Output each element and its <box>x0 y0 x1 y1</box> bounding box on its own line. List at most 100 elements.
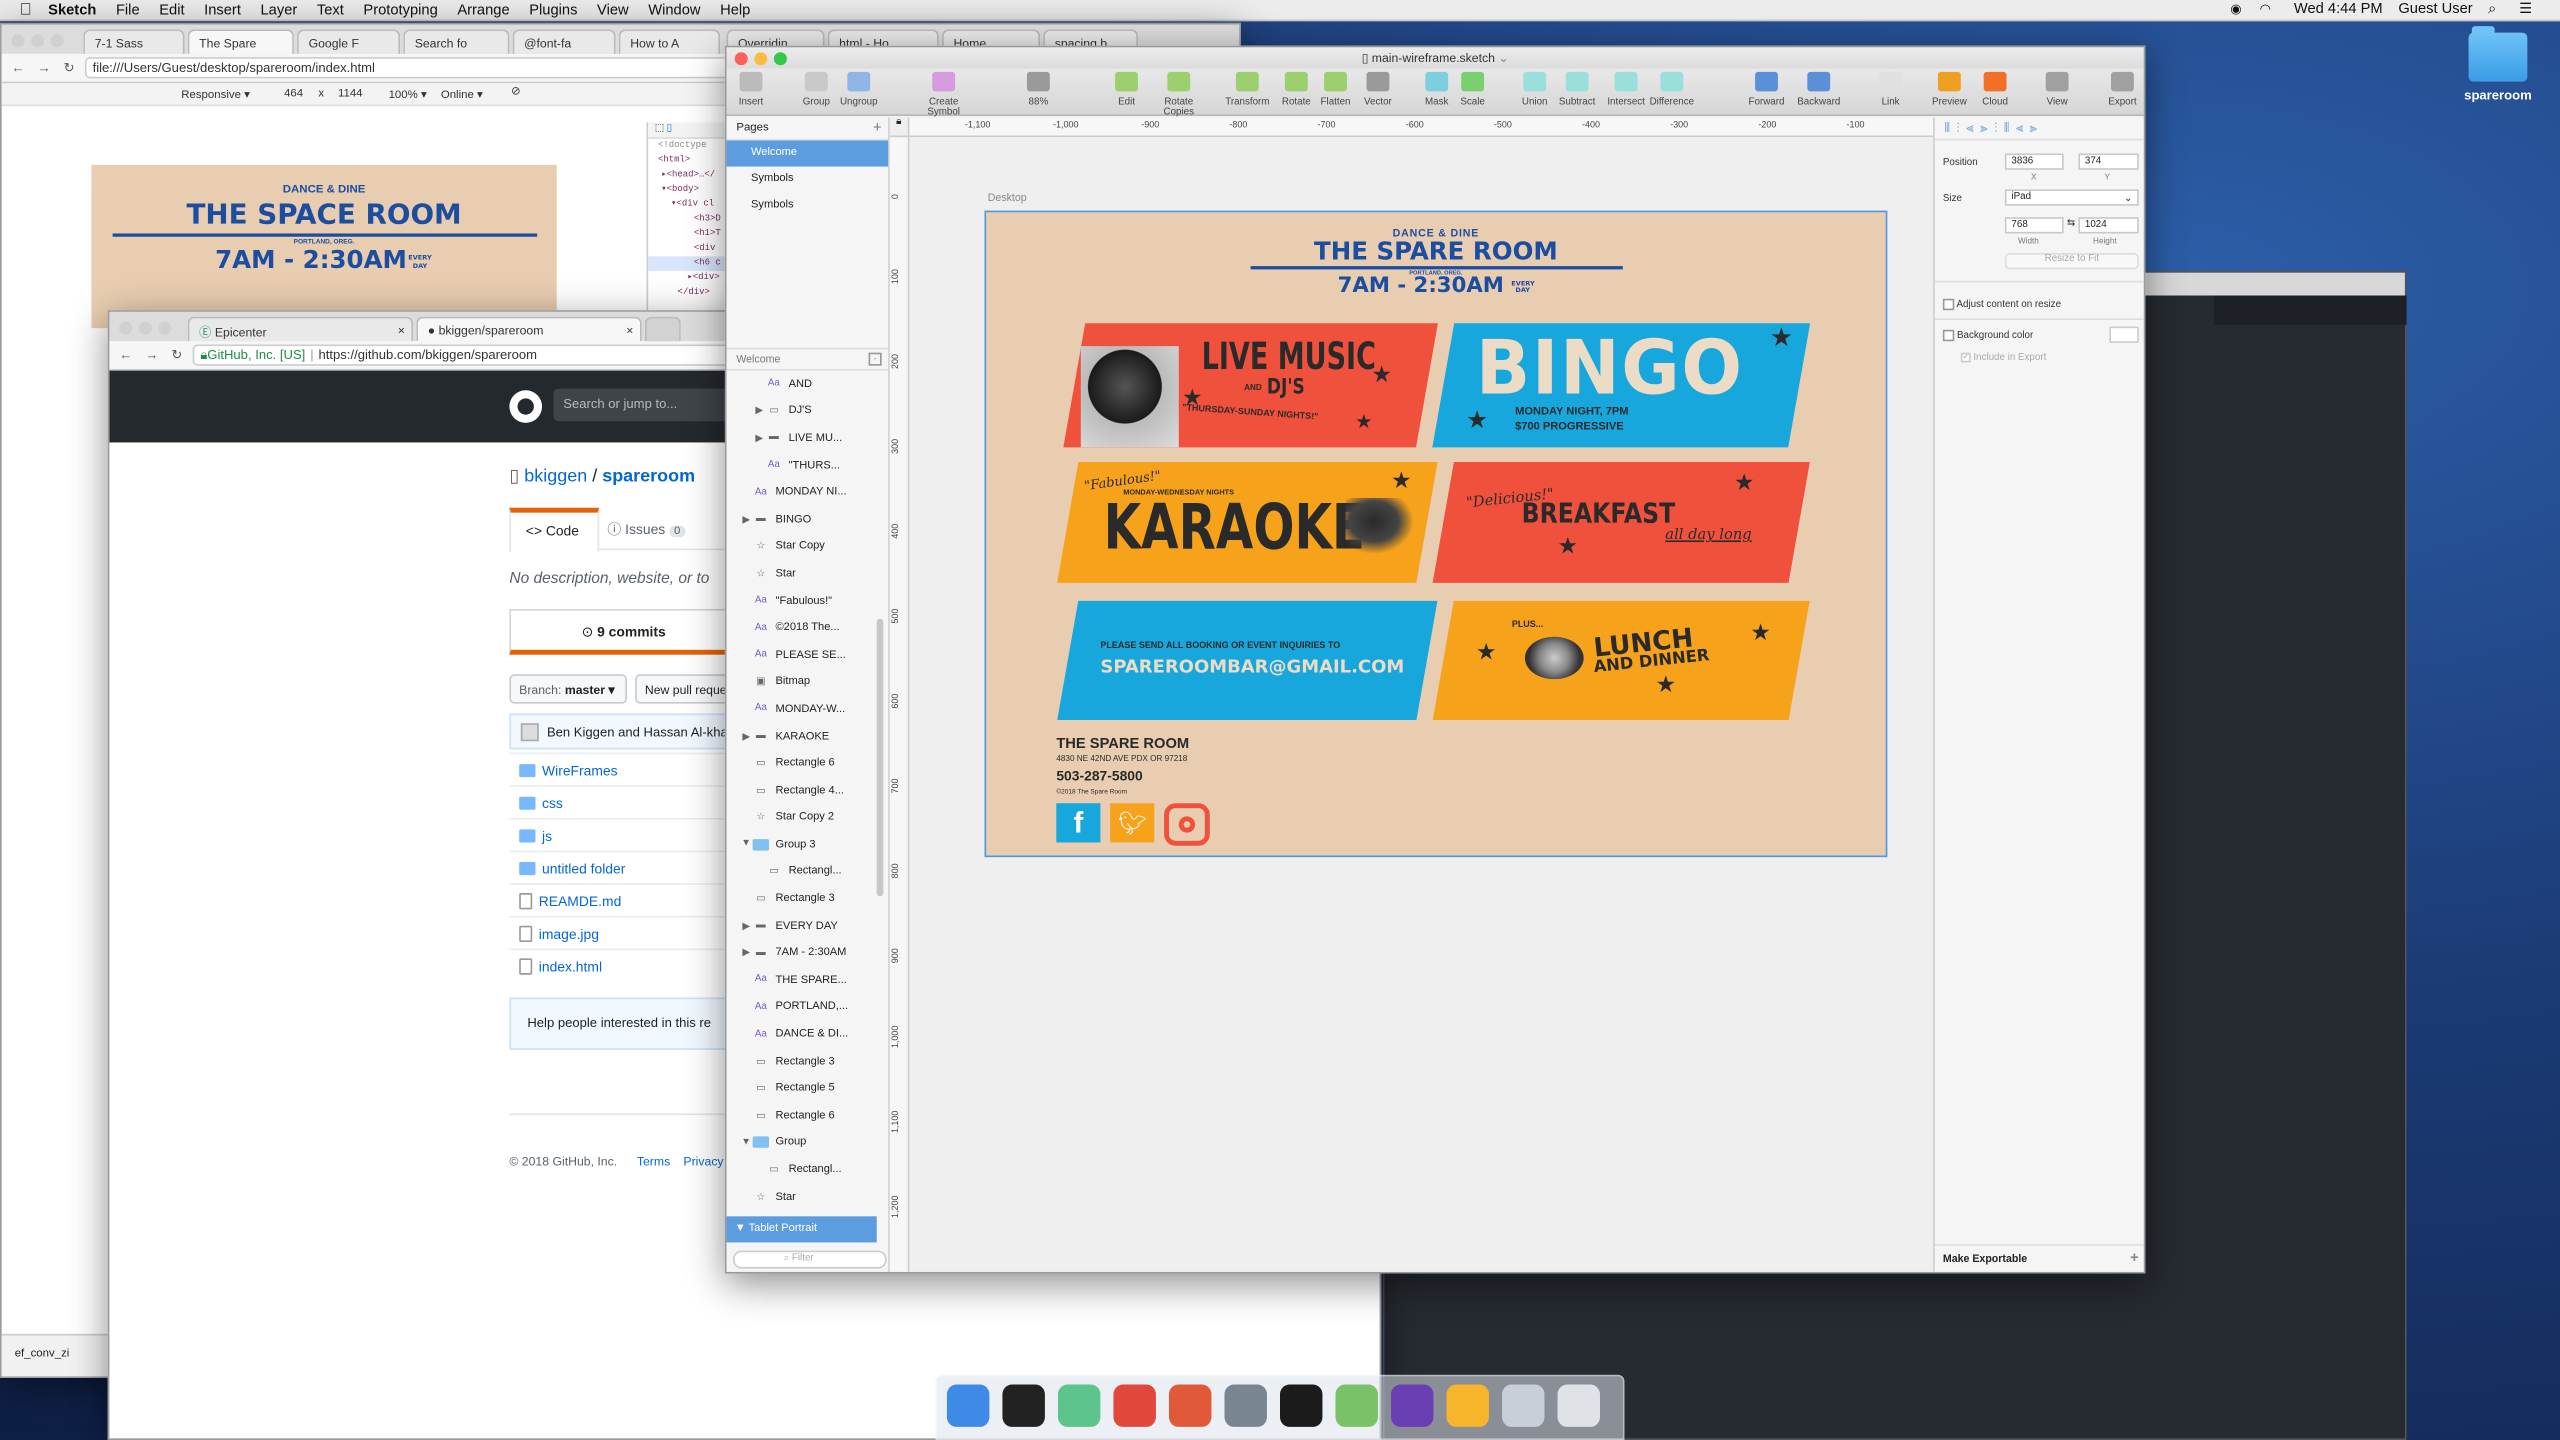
menu-help[interactable]: Help <box>720 2 750 18</box>
close-dot[interactable] <box>11 34 25 48</box>
layer-row[interactable]: ▣ Bitmap <box>727 669 877 696</box>
layer-row[interactable]: ☆ Star <box>727 560 877 587</box>
link-icon[interactable]: ⇆ <box>2067 217 2075 229</box>
artboard-poster[interactable]: DANCE & DINE THE SPARE ROOM PORTLAND, OR… <box>984 210 1888 858</box>
make-exportable[interactable]: Make Exportable + <box>1934 1244 2144 1272</box>
artboard-label[interactable]: Desktop <box>988 193 1027 204</box>
desktop-folder[interactable]: spareroom <box>2457 26 2539 123</box>
commit-author[interactable]: Ben Kiggen and Hassan Al-kha <box>547 725 728 740</box>
wifi-icon[interactable]: ◠ <box>2260 2 2271 17</box>
toolbar-ungroup-button[interactable]: Ungroup <box>834 71 883 108</box>
tab-3[interactable]: Google F <box>297 29 400 54</box>
dom-node[interactable]: <div <box>648 242 728 257</box>
owner-link[interactable]: bkiggen <box>524 467 587 487</box>
reload-icon[interactable]: ↻ <box>64 60 75 75</box>
device-zoom[interactable]: 100% ▾ <box>389 88 427 101</box>
device-icon[interactable]: ▯ <box>667 124 672 134</box>
tab-6[interactable]: How to A <box>618 29 720 54</box>
layer-row[interactable]: ▭ Rectangle 6 <box>727 1102 877 1129</box>
tab-code[interactable]: <> Code <box>509 507 600 552</box>
device-height[interactable]: 1144 <box>338 88 363 99</box>
dom-node[interactable]: <h3>D <box>648 212 728 227</box>
layer-row[interactable]: ▭ Rectangl... <box>727 1156 877 1183</box>
new-tab-button[interactable] <box>644 316 681 342</box>
file-row[interactable]: WireFrames <box>509 752 738 786</box>
layer-row[interactable]: Aa AND <box>727 371 877 398</box>
x-input[interactable]: 3836 <box>2004 153 2064 170</box>
menu-prototyping[interactable]: Prototyping <box>363 2 437 18</box>
file-row[interactable]: css <box>509 785 738 818</box>
rotate-icon[interactable]: ⊘ <box>511 85 521 98</box>
toolbar-view-button[interactable]: View <box>2033 71 2082 108</box>
back-icon[interactable]: ← <box>11 60 24 75</box>
dom-node[interactable]: ▾<body> <box>648 183 728 198</box>
email-text[interactable]: SPAREROOMBAR@GMAIL.COM <box>1100 656 1404 677</box>
toolbar-link-button[interactable]: Link <box>1866 71 1915 108</box>
tab-epicenter[interactable]: Ⓔ Epicenter × <box>187 316 414 342</box>
tab-5[interactable]: @font-fa <box>512 29 616 54</box>
align-toolbar[interactable]: ⫴⫶⫷⫸⫶⫴⫷⫸ <box>1934 118 2144 141</box>
device-mode-select[interactable]: Responsive ▾ <box>181 88 250 101</box>
menu-edit[interactable]: Edit <box>159 2 184 18</box>
menu-file[interactable]: File <box>116 2 140 18</box>
layer-row[interactable]: Aa ©2018 The... <box>727 614 877 641</box>
forward-icon[interactable]: → <box>38 60 51 75</box>
dom-node[interactable]: <html> <box>648 153 728 168</box>
layer-row[interactable]: Aa MONDAY NI... <box>727 479 877 506</box>
clock[interactable]: Wed 4:44 PM <box>2294 0 2383 16</box>
toolbar-vector-button[interactable]: Vector <box>1353 71 1402 108</box>
layer-row[interactable]: Aa PORTLAND,... <box>727 994 877 1021</box>
toolbar-backward-button[interactable]: Backward <box>1794 71 1843 108</box>
footer-terms-link[interactable]: Terms <box>637 1154 670 1169</box>
resize-to-fit-button[interactable]: Resize to Fit <box>2004 253 2139 270</box>
layer-row[interactable]: ▶ ▬ 7AM - 2:30AM <box>727 940 877 967</box>
branch-select[interactable]: Branch: master ▾ <box>509 674 627 704</box>
layer-row[interactable]: ▭ Rectangl... <box>727 858 877 885</box>
facebook-icon[interactable]: f <box>1056 803 1101 843</box>
menu-insert[interactable]: Insert <box>204 2 241 18</box>
layer-row[interactable]: ▭ Rectangle 3 <box>727 1048 877 1075</box>
close-button[interactable] <box>734 52 748 66</box>
add-page-icon[interactable]: + <box>873 119 882 135</box>
layers-scrollbar[interactable] <box>876 618 884 897</box>
chrome-icon[interactable] <box>1113 1384 1156 1427</box>
dom-node[interactable]: ▸<div> <box>648 271 728 286</box>
user-menu[interactable]: Guest User <box>2398 0 2472 16</box>
commits-link[interactable]: ⊙ 9 commits <box>509 608 738 655</box>
layer-row[interactable]: ▶ ▬ LIVE MU... <box>727 425 877 452</box>
layer-row[interactable]: ▭ Rectangle 6 <box>727 750 877 777</box>
layer-row[interactable]: ☆ Star <box>727 1183 877 1210</box>
layer-row[interactable]: ☆ Star Copy 2 <box>727 804 877 831</box>
toolbar-difference-button[interactable]: Difference <box>1647 71 1696 108</box>
layer-row[interactable]: ▭ Rectangle 4... <box>727 777 877 804</box>
page-item-welcome[interactable]: Welcome <box>726 140 889 167</box>
footer-privacy-link[interactable]: Privacy <box>683 1154 723 1169</box>
android-studio-icon[interactable] <box>1335 1384 1378 1427</box>
disclosure-icon[interactable]: ▶ <box>740 947 753 959</box>
layer-row[interactable]: ▶ ▬ KARAOKE <box>727 723 877 750</box>
layer-row[interactable]: ▶ ▭ DJ'S <box>727 398 877 425</box>
disclosure-icon[interactable]: ▶ <box>740 731 753 742</box>
reload-icon[interactable]: ↻ <box>171 348 182 363</box>
back-icon[interactable]: ← <box>119 348 132 363</box>
tab-4[interactable]: Search fo <box>403 29 510 54</box>
github-logo-icon[interactable] <box>509 390 543 423</box>
toolbar-create-symbol-button[interactable]: Create Symbol <box>919 71 968 118</box>
visual-studio-icon[interactable] <box>1391 1384 1434 1427</box>
layer-row[interactable]: Aa "Fabulous!" <box>727 587 877 614</box>
toolbar-edit-button[interactable]: Edit <box>1102 71 1151 108</box>
finder-icon[interactable] <box>946 1384 990 1427</box>
toolbar-preview-button[interactable]: Preview <box>1925 71 1974 108</box>
toolbar-export-button[interactable]: Export <box>2098 71 2144 108</box>
sequel-pro-icon[interactable] <box>1224 1384 1267 1427</box>
height-input[interactable]: 1024 <box>2078 217 2139 234</box>
device-network[interactable]: Online ▾ <box>441 88 483 101</box>
repo-link[interactable]: spareroom <box>602 467 695 487</box>
toolbar-forward-button[interactable]: Forward <box>1742 71 1791 108</box>
close-dot[interactable] <box>119 321 133 335</box>
dom-node[interactable]: <h1>T <box>648 227 728 242</box>
toolbar-subtract-button[interactable]: Subtract <box>1553 71 1602 108</box>
device-preset-select[interactable]: iPad ⌄ <box>2004 189 2139 206</box>
twitter-icon[interactable]: 🐦︎ <box>1110 803 1155 843</box>
layer-row[interactable]: ▶ ▬ EVERY DAY <box>727 912 877 939</box>
